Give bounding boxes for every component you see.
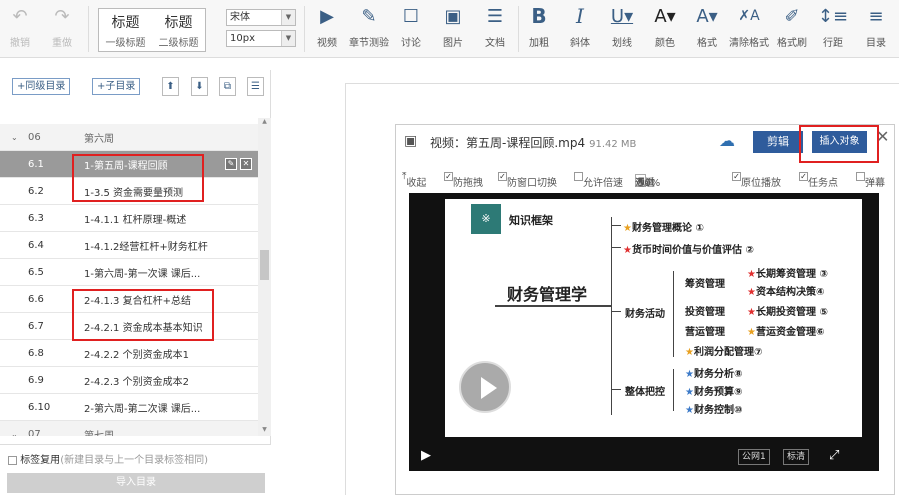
video-size: 91.42 MB xyxy=(589,139,637,150)
image-icon: ▣ xyxy=(444,5,462,27)
scroll-up-icon[interactable]: ▲ xyxy=(258,118,271,128)
list-item[interactable]: 6.9 2-4.2.3 个别资金成本2 xyxy=(0,367,258,394)
video-object-card: ▣ 视频：第五周-课程回顾.mp4 91.42 MB ☁ 剪辑 插入对象 ✕ ⤒ … xyxy=(395,124,895,495)
bold-button[interactable]: B 加粗 xyxy=(524,0,554,58)
catalog-panel: +同级目录 +子目录 ⬆ ⬇ ⧉ ☰ ⌄ 06 第六周 6.1 1-第五周-课程… xyxy=(0,70,271,495)
video-control-bar: ▶ 公网1 标清 ⤢ xyxy=(409,443,879,471)
video-options: ⤒ 收起 防拖拽 防窗口切换 允许倍速 观看 90% ▾ 通过 原位播放 任务点… xyxy=(396,168,894,189)
allow-speed-option[interactable]: 允许倍速 xyxy=(574,171,623,189)
chapter-quiz-button[interactable]: ✎ 章节测验 xyxy=(346,0,392,58)
list-item[interactable]: 6.8 2-4.2.2 个别资金成本1 xyxy=(0,340,258,367)
bold-icon: B xyxy=(531,4,547,28)
anti-switch-option[interactable]: 防窗口切换 xyxy=(498,171,557,189)
format-painter-button[interactable]: ✐ 格式刷 xyxy=(774,0,810,58)
close-icon[interactable]: ✕ xyxy=(240,158,252,170)
import-catalog-button[interactable]: 导入目录 xyxy=(7,473,265,493)
highlight-box xyxy=(72,154,204,202)
format-icon: A▾ xyxy=(696,5,718,27)
fullscreen-icon[interactable]: ⤢ xyxy=(829,448,839,463)
heading1-button[interactable]: 标题 一级标题 xyxy=(99,9,152,51)
play-icon[interactable]: ▶ xyxy=(421,448,431,463)
video-player[interactable]: ※ 知识框架 财务管理学 ★财务管理概论 ① ★货币时间价值与价值评估 ② 财务… xyxy=(409,193,879,471)
list-item[interactable]: 6.5 1-第六周-第一次课 课后... xyxy=(0,259,258,286)
list-item[interactable]: 6.10 2-第六周-第二次课 课后... xyxy=(0,394,258,421)
catalog-footer: 标签复用(新建目录与上一个目录标签相同) 导入目录 xyxy=(0,444,271,495)
video-file-icon: ▣ xyxy=(404,133,418,149)
task-point-option[interactable]: 任务点 xyxy=(799,171,838,189)
danmaku-option[interactable]: 弹幕 xyxy=(856,171,885,189)
heading2-button[interactable]: 标题 二级标题 xyxy=(152,9,205,51)
reuse-tag-checkbox[interactable] xyxy=(8,455,17,465)
catalog-button[interactable]: ≡ 目录 xyxy=(861,0,891,58)
catalog-scrollbar[interactable]: ▲ ▼ xyxy=(258,118,271,436)
discuss-button[interactable]: ☐ 讨论 xyxy=(396,0,426,58)
list-item[interactable]: 6.3 1-4.1.1 杠杆原理-概述 xyxy=(0,205,258,232)
edit-icon[interactable]: ✎ xyxy=(225,158,237,170)
chevron-down-icon: ⌄ xyxy=(11,132,18,142)
framework-icon: ※ xyxy=(471,204,501,234)
line-height-button[interactable]: ↕≡ 行距 xyxy=(818,0,848,58)
divider xyxy=(518,6,519,52)
clear-format-button[interactable]: ✗A 清除格式 xyxy=(726,0,772,58)
section-row[interactable]: ⌄ 06 第六周 xyxy=(0,124,258,151)
video-icon: ▶ xyxy=(320,5,334,27)
edit-video-button[interactable]: 剪辑 xyxy=(753,131,803,153)
list-item[interactable]: 6.4 1-4.1.2经营杠杆+财务杠杆 xyxy=(0,232,258,259)
video-button[interactable]: ▶ 视频 xyxy=(312,0,342,58)
collapse-button[interactable]: ⤒ 收起 xyxy=(402,171,426,189)
editor-toolbar: ↶ 撤销 ↷ 重做 标题 一级标题 标题 二级标题 宋体 ▼ 10px ▼ ▶ … xyxy=(0,0,899,58)
outline-icon[interactable]: ☰ xyxy=(247,77,264,96)
quality-select[interactable]: 标清 xyxy=(783,449,810,465)
undo-icon: ↶ xyxy=(12,5,28,27)
font-size-select[interactable]: 10px ▼ xyxy=(226,30,296,47)
copy-icon[interactable]: ⧉ xyxy=(219,77,236,96)
chevron-down-icon: ▼ xyxy=(281,31,295,46)
scroll-thumb[interactable] xyxy=(260,250,269,280)
document-button[interactable]: ☰ 文档 xyxy=(480,0,510,58)
format-button[interactable]: A▾ 格式 xyxy=(690,0,724,58)
section-row[interactable]: ⌄ 07 第七周 xyxy=(0,421,258,436)
list-icon: ≡ xyxy=(868,5,884,27)
resume-play-option[interactable]: 原位播放 xyxy=(732,171,781,189)
heading-selector: 标题 一级标题 标题 二级标题 xyxy=(98,8,206,52)
font-family-select[interactable]: 宋体 ▼ xyxy=(226,9,296,26)
highlight-box xyxy=(799,125,879,163)
move-down-icon[interactable]: ⬇ xyxy=(191,77,208,96)
brush-icon: ✐ xyxy=(784,5,800,27)
move-up-icon[interactable]: ⬆ xyxy=(162,77,179,96)
anti-drag-option[interactable]: 防拖拽 xyxy=(444,171,483,189)
chevron-down-icon: ▼ xyxy=(281,10,295,25)
quiz-icon: ✎ xyxy=(361,5,377,27)
font-color-icon: A▾ xyxy=(654,5,676,27)
network-select[interactable]: 公网1 xyxy=(738,449,770,465)
line-height-icon: ↕≡ xyxy=(817,5,849,27)
scroll-down-icon[interactable]: ▼ xyxy=(258,426,271,436)
cloud-upload-icon[interactable]: ☁ xyxy=(719,131,735,150)
highlight-box xyxy=(72,289,214,341)
color-button[interactable]: A▾ 颜色 xyxy=(648,0,682,58)
redo-icon: ↷ xyxy=(54,5,70,27)
redo-button[interactable]: ↷ 重做 xyxy=(48,0,76,58)
video-title: 视频：第五周-课程回顾.mp4 xyxy=(430,136,586,150)
italic-icon: I xyxy=(576,4,584,28)
underline-icon: U▾ xyxy=(610,5,634,27)
add-child-button[interactable]: +子目录 xyxy=(92,78,141,95)
undo-button[interactable]: ↶ 撤销 xyxy=(6,0,34,58)
divider xyxy=(88,6,89,52)
clear-format-icon: ✗A xyxy=(738,8,760,24)
chat-icon: ☐ xyxy=(402,5,420,27)
image-button[interactable]: ▣ 图片 xyxy=(438,0,468,58)
add-same-level-button[interactable]: +同级目录 xyxy=(12,78,71,95)
italic-button[interactable]: I 斜体 xyxy=(565,0,595,58)
play-overlay-icon[interactable] xyxy=(459,361,511,413)
document-icon: ☰ xyxy=(486,5,504,27)
chevron-down-icon: ⌄ xyxy=(11,429,18,437)
underline-button[interactable]: U▾ 划线 xyxy=(605,0,639,58)
divider xyxy=(304,6,305,52)
video-frame: ※ 知识框架 财务管理学 ★财务管理概论 ① ★货币时间价值与价值评估 ② 财务… xyxy=(445,199,862,437)
